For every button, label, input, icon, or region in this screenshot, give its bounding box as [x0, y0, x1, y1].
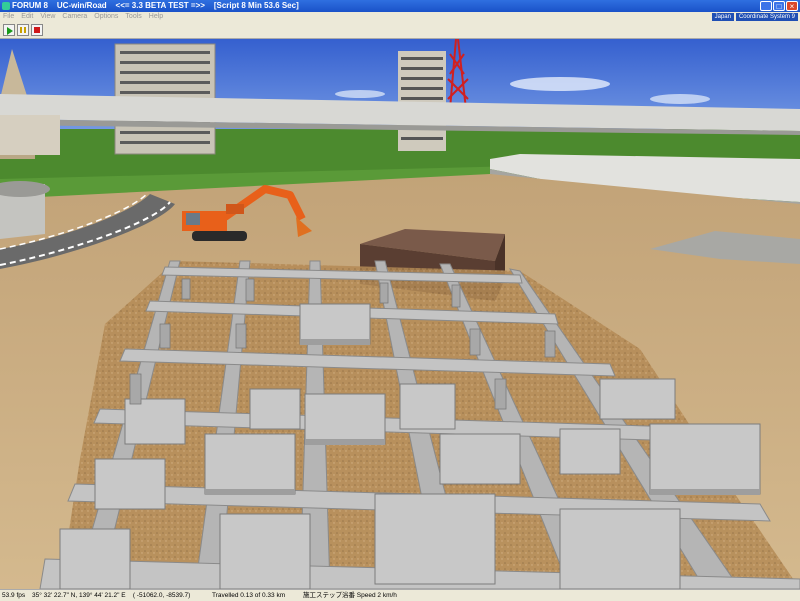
menu-edit[interactable]: Edit: [21, 12, 33, 22]
fps-readout: 53.9 fps: [2, 592, 26, 599]
menu-options[interactable]: Options: [94, 12, 118, 22]
3d-viewport[interactable]: [0, 39, 800, 589]
pause-button[interactable]: [17, 24, 29, 36]
menu-view[interactable]: View: [40, 12, 55, 22]
menu-bar: File Edit View Camera Options Tools Help…: [0, 12, 800, 22]
coordinate-system-indicator[interactable]: Coordinate System 9: [735, 13, 798, 21]
toolbar: [0, 22, 800, 39]
maximize-button[interactable]: □: [773, 1, 785, 11]
menu-help[interactable]: Help: [149, 12, 163, 22]
menu-file[interactable]: File: [3, 12, 14, 22]
menu-camera[interactable]: Camera: [62, 12, 87, 22]
stop-button[interactable]: [31, 24, 43, 36]
language-indicator[interactable]: Japan: [711, 13, 734, 21]
scene-render: [0, 39, 800, 589]
travelled-readout: Travelled 0.13 of 0.33 km: [212, 592, 286, 599]
menu-tools[interactable]: Tools: [125, 12, 141, 22]
pause-icon: [20, 27, 26, 33]
coordinate-readout: 35° 32' 22.7" N, 139° 44' 21.2" E ( -510…: [32, 592, 191, 599]
play-icon: [7, 27, 13, 35]
apartment-building-right: [398, 51, 446, 151]
window-title: FORUM 8 UC-win/Road <<= 3.3 BETA TEST =>…: [12, 1, 299, 10]
close-button[interactable]: ×: [786, 1, 798, 11]
step-speed-readout: 施工ステップ浴番 Speed 2 km/h: [303, 592, 397, 599]
stop-icon: [34, 27, 40, 33]
minimize-button[interactable]: _: [760, 1, 772, 11]
status-bar: 53.9 fps 35° 32' 22.7" N, 139° 44' 21.2"…: [0, 589, 800, 601]
app-icon: [2, 2, 10, 10]
play-button[interactable]: [3, 24, 15, 36]
title-bar: FORUM 8 UC-win/Road <<= 3.3 BETA TEST =>…: [0, 0, 800, 12]
